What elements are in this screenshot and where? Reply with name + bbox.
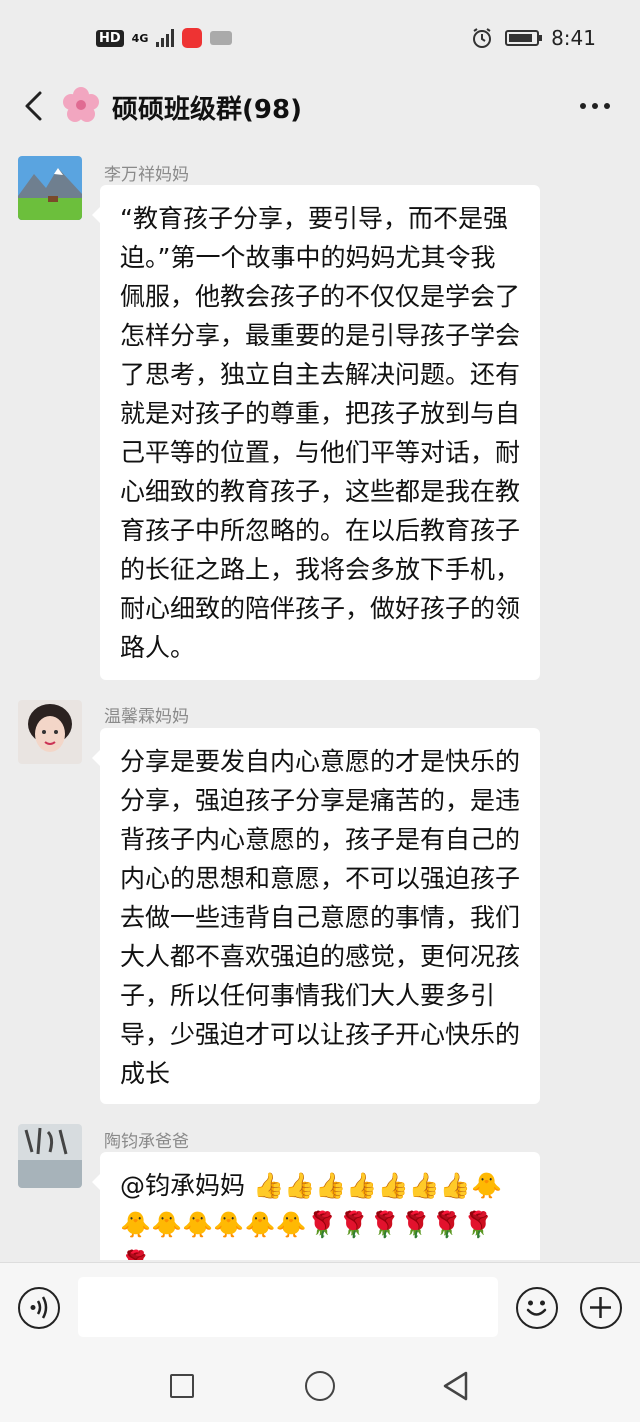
hd-badge: HD bbox=[96, 29, 124, 47]
system-nav-bar bbox=[0, 1350, 640, 1422]
emoji-icon[interactable] bbox=[516, 1287, 558, 1329]
emoji-1: 👍 bbox=[284, 1171, 316, 1200]
square-icon[interactable] bbox=[170, 1374, 194, 1398]
status-bar: HD 4G 8:41 bbox=[0, 0, 640, 76]
emoji-10: 🐥 bbox=[182, 1210, 214, 1239]
emoji-15: 🌹 bbox=[337, 1210, 370, 1239]
app-notification-icon bbox=[210, 31, 233, 45]
emoji-3: 👍 bbox=[346, 1171, 378, 1200]
avatar[interactable] bbox=[18, 156, 82, 220]
emoji-0: 👍 bbox=[252, 1171, 285, 1200]
chevron-left-icon[interactable] bbox=[20, 90, 48, 122]
battery-icon bbox=[505, 30, 543, 46]
app-notification-icon bbox=[182, 28, 203, 48]
emoji-8: 🐥 bbox=[120, 1210, 152, 1239]
sender-name: 陶钧承爸爸 bbox=[104, 1132, 189, 1152]
flower-icon bbox=[63, 87, 99, 122]
emoji-11: 🐥 bbox=[213, 1210, 245, 1239]
emoji-20: 🌹 bbox=[120, 1249, 151, 1260]
emoji-12: 🐥 bbox=[244, 1210, 276, 1239]
emoji-18: 🌹 bbox=[431, 1210, 463, 1239]
chat-header: 硕硕班级群(98) bbox=[0, 76, 640, 136]
emoji-13: 🐥 bbox=[275, 1210, 307, 1239]
plus-icon[interactable] bbox=[580, 1287, 622, 1329]
emoji-17: 🌹 bbox=[400, 1210, 432, 1239]
network-type: 4G bbox=[131, 31, 149, 45]
emoji-7: 🐥 bbox=[470, 1171, 503, 1200]
avatar[interactable] bbox=[18, 700, 82, 764]
emoji-9: 🐥 bbox=[151, 1210, 183, 1239]
emoji-6: 👍 bbox=[439, 1171, 471, 1200]
triangle-back-icon[interactable] bbox=[440, 1370, 470, 1402]
emoji-5: 👍 bbox=[408, 1171, 440, 1200]
emoji-14: 🌹 bbox=[306, 1210, 338, 1239]
message-bubble[interactable]: “教育孩子分享，要引导，而不是强迫。”第一个故事中的妈妈尤其令我佩服，他教会孩子… bbox=[92, 185, 540, 680]
sender-name: 李万祥妈妈 bbox=[104, 165, 189, 185]
message-bubble[interactable]: 分享是要发自内心意愿的才是快乐的分享，强迫孩子分享是痛苦的，是违背孩子内心意愿的… bbox=[92, 728, 540, 1104]
more-dots-icon[interactable] bbox=[580, 103, 610, 109]
signal-icon bbox=[156, 29, 175, 47]
message-input[interactable] bbox=[78, 1277, 498, 1337]
alarm-icon bbox=[473, 28, 492, 48]
mountain-landscape-avatar bbox=[18, 156, 82, 220]
sender-name: 温馨霖妈妈 bbox=[104, 707, 189, 727]
circle-icon[interactable] bbox=[305, 1371, 335, 1401]
clock: 8:41 bbox=[551, 26, 596, 50]
emoji-4: 👍 bbox=[377, 1171, 409, 1200]
emoji-19: 🌹 bbox=[462, 1210, 494, 1239]
voice-icon[interactable] bbox=[18, 1287, 60, 1329]
emoji-16: 🌹 bbox=[369, 1210, 401, 1239]
emoji-2: 👍 bbox=[315, 1171, 347, 1200]
mention-text: @钧承妈妈 bbox=[120, 1171, 246, 1200]
woman-portrait-avatar bbox=[18, 700, 82, 764]
message-list[interactable]: 李万祥妈妈 “教育孩子分享，要引导，而不是强迫。”第一个故事中的妈妈尤其令我佩服… bbox=[0, 140, 640, 1260]
message-bubble[interactable]: @钧承妈妈 👍👍👍👍👍👍👍🐥🐥🐥🐥🐥🐥🐥🌹🌹🌹🌹🌹🌹🌹 bbox=[92, 1152, 540, 1260]
page-title: 硕硕班级群(98) bbox=[112, 95, 302, 125]
avatar[interactable] bbox=[18, 1124, 82, 1188]
input-bar bbox=[0, 1262, 640, 1350]
calligraphy-book-avatar bbox=[18, 1124, 82, 1188]
